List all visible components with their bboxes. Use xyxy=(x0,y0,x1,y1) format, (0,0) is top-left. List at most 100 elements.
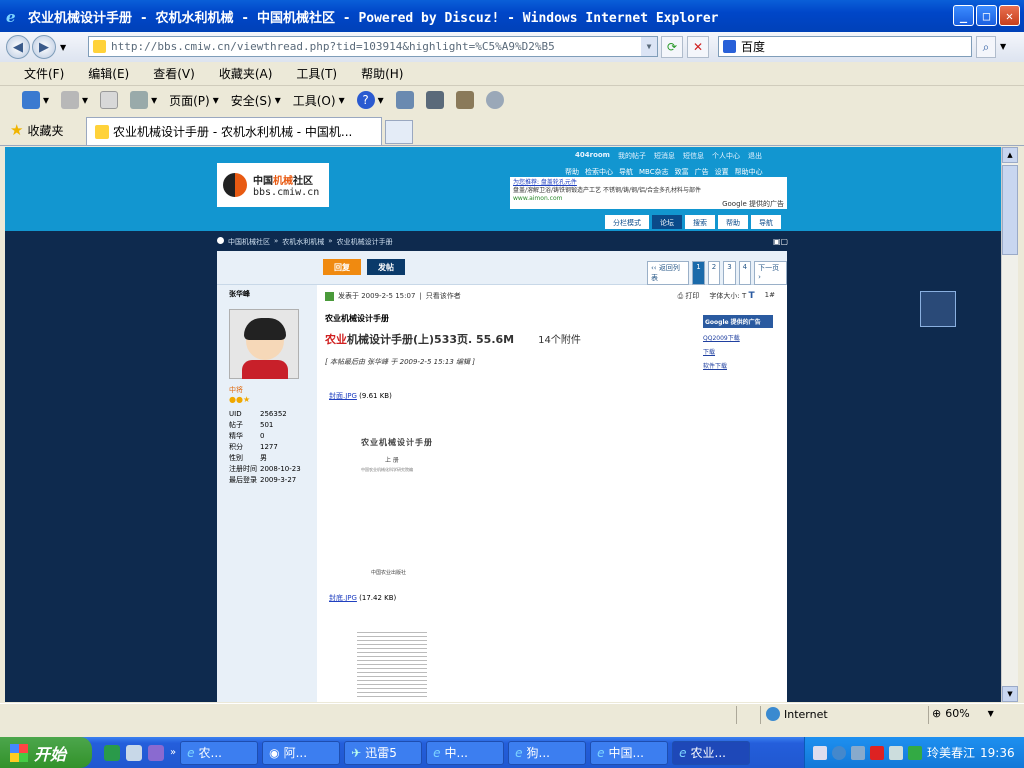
user-link[interactable]: 404room xyxy=(575,151,610,161)
nav-tab[interactable]: 帮助 xyxy=(718,215,748,229)
page-menu[interactable]: 页面(P) ▾ xyxy=(169,92,219,109)
network-icon[interactable] xyxy=(851,745,865,760)
help-button[interactable]: ? ▾ xyxy=(356,91,384,109)
user-link[interactable]: 短信息 xyxy=(683,151,704,161)
scroll-thumb[interactable] xyxy=(1002,165,1018,255)
user-link[interactable]: 退出 xyxy=(748,151,762,161)
back-button[interactable]: ◀ xyxy=(6,35,30,59)
quicklaunch-shield-icon[interactable] xyxy=(104,744,120,761)
task-button[interactable]: e 中... xyxy=(426,740,505,765)
security-shield-icon[interactable] xyxy=(908,745,922,760)
avatar[interactable] xyxy=(229,309,299,379)
task-button[interactable]: e 狗... xyxy=(508,740,587,765)
attachment-link[interactable]: 封面.JPG xyxy=(329,392,357,400)
quicklaunch-more-icon[interactable]: » xyxy=(170,747,176,758)
minimize-button[interactable]: _ xyxy=(953,5,974,26)
scroll-up-icon[interactable]: ▲ xyxy=(1002,147,1018,163)
layout-toggle-icon[interactable]: ▣▢ xyxy=(773,237,788,246)
pager-next[interactable]: 下一页 › xyxy=(754,261,787,285)
gear-icon[interactable] xyxy=(485,91,504,109)
site-link[interactable]: 检索中心 xyxy=(585,167,613,177)
site-link[interactable]: 导航 xyxy=(619,167,633,177)
pager-page[interactable]: 2 xyxy=(707,261,721,285)
page-scrollbar[interactable]: ▲ ▼ xyxy=(1001,147,1018,702)
history-dropdown-icon[interactable]: ▼ xyxy=(60,43,66,52)
ad-line1[interactable]: 为您推荐: 盘盖轮孔元件 xyxy=(513,179,784,187)
start-button[interactable]: 开始 xyxy=(0,737,92,768)
antivirus-icon[interactable] xyxy=(870,745,884,760)
volume-icon[interactable] xyxy=(889,745,903,760)
menu-help[interactable]: 帮助(H) xyxy=(361,65,403,82)
reply-button[interactable]: 回复 xyxy=(323,259,361,275)
scroll-down-icon[interactable]: ▼ xyxy=(1002,686,1018,702)
nav-tab[interactable]: 导航 xyxy=(751,215,781,229)
author-name[interactable]: 张华峰 xyxy=(229,289,250,299)
search-button[interactable]: ⌕ xyxy=(976,36,996,58)
site-link[interactable]: 致富 xyxy=(675,167,689,177)
site-link[interactable]: 广告 xyxy=(695,167,709,177)
security-zone[interactable]: Internet xyxy=(766,707,828,721)
floating-bird-icon[interactable] xyxy=(920,291,956,327)
quicklaunch-cube-icon[interactable] xyxy=(148,744,164,761)
clock[interactable]: 19:36 xyxy=(980,746,1015,760)
site-link[interactable]: 帮助 xyxy=(565,167,579,177)
back-cover-image[interactable] xyxy=(357,629,427,697)
nav-tab-active[interactable]: 论坛 xyxy=(652,215,682,229)
mail-button[interactable] xyxy=(100,91,119,109)
home-button[interactable]: ▾ xyxy=(22,91,49,109)
user-link[interactable]: 个人中心 xyxy=(712,151,740,161)
site-link[interactable]: 帮助中心 xyxy=(735,167,763,177)
menu-favorites[interactable]: 收藏夹(A) xyxy=(219,65,273,82)
google-ad-link[interactable]: 软件下载 xyxy=(703,361,773,370)
site-link[interactable]: MBC杂志 xyxy=(639,167,669,177)
tray-app-icon[interactable] xyxy=(832,745,846,760)
nav-tab[interactable]: 分栏模式 xyxy=(605,215,649,229)
translate-icon[interactable] xyxy=(455,91,474,109)
research-icon[interactable] xyxy=(425,91,444,109)
favorites-button[interactable]: ★ 收藏夹 xyxy=(10,121,63,139)
pager-page[interactable]: 3 xyxy=(723,261,736,285)
new-topic-button[interactable]: 发帖 xyxy=(367,259,405,275)
refresh-button[interactable]: ⟳ xyxy=(661,36,683,58)
maximize-button[interactable]: □ xyxy=(976,5,997,26)
menu-file[interactable]: 文件(F) xyxy=(24,65,64,82)
cover-image[interactable]: 农业机械设计手册 上 册 中国农业机械化科学研究院编 中国农业出版社 xyxy=(351,429,471,599)
menu-view[interactable]: 查看(V) xyxy=(153,65,195,82)
task-button[interactable]: ◉ 阿... xyxy=(262,740,341,765)
breadcrumb-item[interactable]: 中国机械社区 xyxy=(228,237,270,247)
keyboard-icon[interactable] xyxy=(813,745,827,760)
menu-tools[interactable]: 工具(T) xyxy=(296,65,337,82)
feeds-button[interactable]: ▾ xyxy=(61,91,88,109)
task-button[interactable]: ✈ 迅雷5 xyxy=(344,740,423,765)
quicklaunch-app-icon[interactable] xyxy=(126,744,142,761)
print-link[interactable]: ⎙ 打印 xyxy=(678,291,700,301)
address-bar[interactable]: http://bbs.cmiw.cn/viewthread.php?tid=10… xyxy=(88,36,658,57)
site-logo[interactable]: 中国机械社区 bbs.cmiw.cn xyxy=(217,163,329,207)
attachment-link[interactable]: 封底.JPG xyxy=(329,594,357,602)
task-button[interactable]: e 农... xyxy=(180,740,259,765)
pager-page[interactable]: 4 xyxy=(738,261,752,285)
close-button[interactable]: ✕ xyxy=(999,5,1020,26)
only-author-link[interactable]: 只看该作者 xyxy=(426,291,461,301)
menu-edit[interactable]: 编辑(E) xyxy=(88,65,129,82)
task-button-active[interactable]: e 农业... xyxy=(672,740,751,765)
tools-menu[interactable]: 工具(O) ▾ xyxy=(293,92,345,109)
nav-tab[interactable]: 搜索 xyxy=(685,215,715,229)
header-ad[interactable]: 为您推荐: 盘盖轮孔元件 盘盖/溶解卫浴/铸铁钢锻造产工艺 不锈钢/铸/钢/铝/… xyxy=(510,177,787,209)
stop-button[interactable]: ✕ xyxy=(687,36,709,58)
search-box[interactable]: 百度 xyxy=(718,36,972,57)
breadcrumb-item[interactable]: 农机水利机械 xyxy=(282,237,324,247)
pager-back[interactable]: ‹‹ 返回列表 xyxy=(647,261,690,285)
tab-current[interactable]: 农业机械设计手册 - 农机水利机械 - 中国机... xyxy=(86,117,382,145)
google-ad-link[interactable]: 下载 xyxy=(703,347,773,356)
address-dropdown-icon[interactable]: ▼ xyxy=(641,37,657,56)
forward-button[interactable]: ▶ xyxy=(32,35,56,59)
messenger-icon[interactable] xyxy=(395,91,414,109)
safety-menu[interactable]: 安全(S) ▾ xyxy=(231,92,281,109)
search-options-icon[interactable]: ▼ xyxy=(1000,42,1006,51)
zoom-dropdown-icon[interactable]: ▼ xyxy=(988,709,994,718)
zoom-control[interactable]: ⊕ 60% ▼ xyxy=(932,707,994,720)
google-ad-link[interactable]: QQ2009下载 xyxy=(703,333,773,342)
user-link[interactable]: 我的帖子 xyxy=(618,151,646,161)
print-button[interactable]: ▾ xyxy=(130,91,157,109)
